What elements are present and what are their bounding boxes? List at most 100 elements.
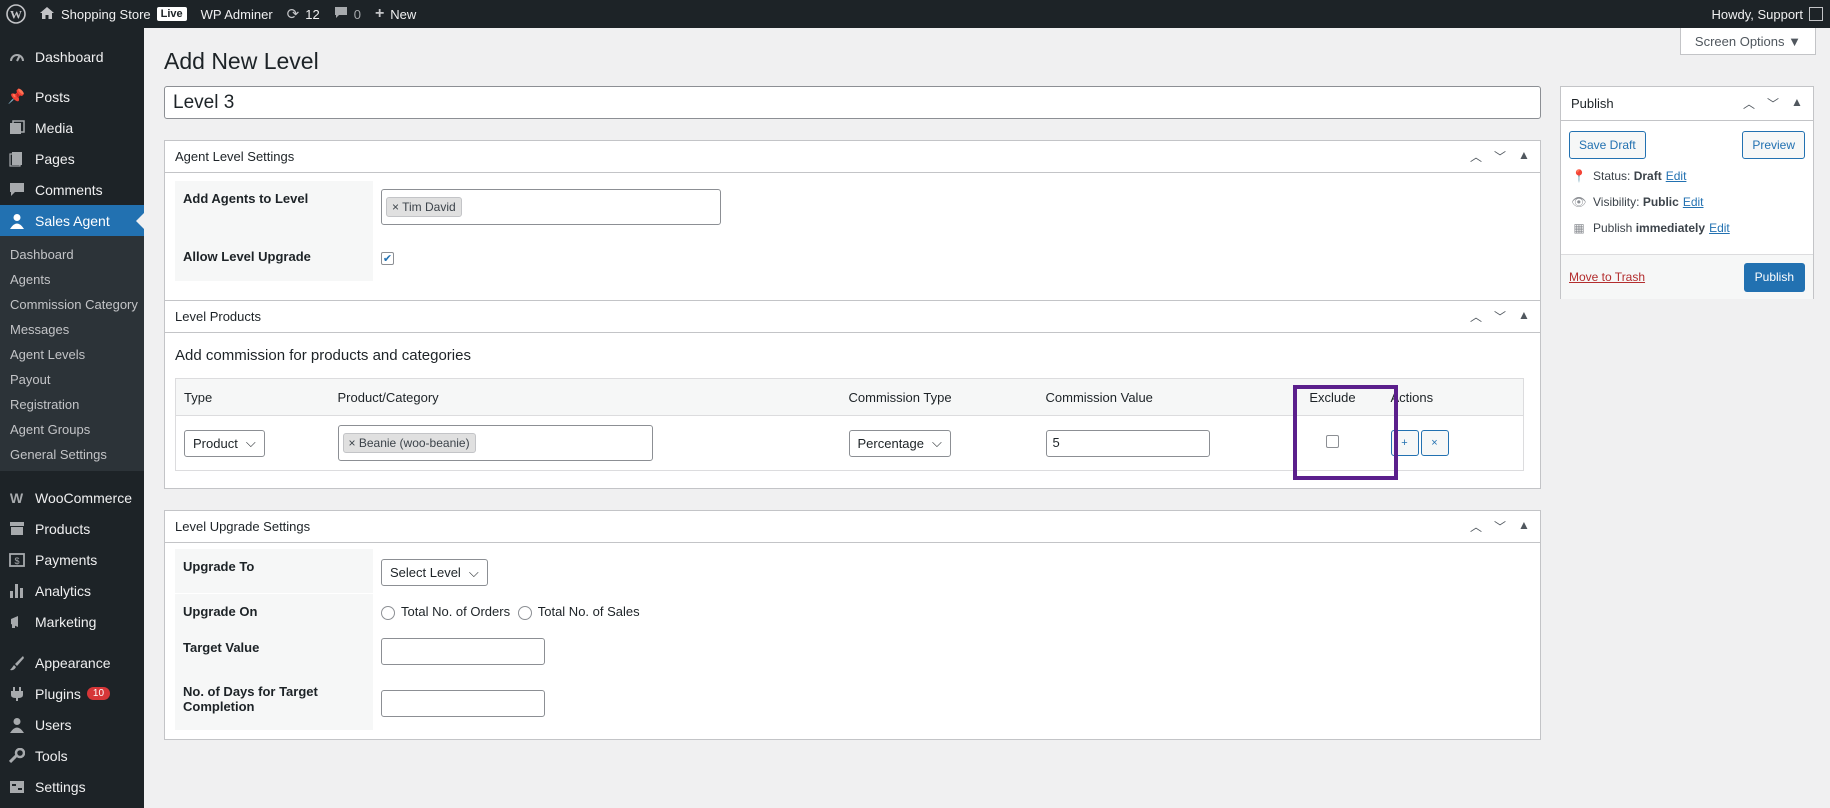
- menu-posts[interactable]: 📌 Posts: [0, 81, 144, 112]
- menu-dashboard[interactable]: Dashboard: [0, 41, 144, 72]
- screen-options-button[interactable]: Screen Options ▼: [1679, 28, 1816, 55]
- orders-radio[interactable]: [381, 605, 395, 620]
- product-select-input[interactable]: × Beanie (woo-beanie): [337, 425, 653, 461]
- user-link[interactable]: WP Adminer: [194, 0, 280, 28]
- submenu-agents[interactable]: Agents: [0, 267, 144, 292]
- sales-agent-submenu: Dashboard Agents Commission Category Mes…: [0, 236, 144, 471]
- menu-media[interactable]: Media: [0, 112, 144, 143]
- admin-sidebar: Dashboard 📌 Posts Media Pages Comments Sa…: [0, 28, 144, 808]
- submenu-general-settings[interactable]: General Settings: [0, 442, 144, 467]
- wrench-icon: [8, 747, 25, 764]
- preview-button[interactable]: Preview: [1742, 131, 1805, 159]
- submenu-commission-category[interactable]: Commission Category: [0, 292, 144, 317]
- site-name-link[interactable]: Shopping Store Live: [32, 0, 194, 28]
- menu-marketing[interactable]: Marketing: [0, 606, 144, 637]
- remove-token-icon[interactable]: ×: [349, 436, 359, 450]
- publish-button[interactable]: Publish: [1743, 262, 1805, 292]
- home-icon: [39, 6, 55, 23]
- submenu-registration[interactable]: Registration: [0, 392, 144, 417]
- comment-icon: [334, 6, 348, 22]
- allow-upgrade-checkbox[interactable]: ✔: [381, 252, 394, 265]
- menu-appearance[interactable]: Appearance: [0, 647, 144, 678]
- chevron-up-icon[interactable]: ︿: [1468, 308, 1484, 325]
- chevron-down-icon[interactable]: ﹀: [1492, 148, 1508, 165]
- pin-icon: 📌: [7, 88, 26, 104]
- submenu-agent-levels[interactable]: Agent Levels: [0, 342, 144, 367]
- wordpress-logo-icon[interactable]: W: [0, 0, 32, 28]
- commission-type-select[interactable]: Percentage ⌵: [848, 429, 951, 457]
- submenu-agent-groups[interactable]: Agent Groups: [0, 417, 144, 442]
- pin-icon: 📍: [1571, 169, 1587, 183]
- submenu-dashboard[interactable]: Dashboard: [0, 242, 144, 267]
- archive-icon: [8, 520, 25, 537]
- toggle-panel-icon[interactable]: ▲: [1789, 95, 1805, 112]
- edit-visibility-link[interactable]: Edit: [1683, 195, 1704, 209]
- header-commission-type: Commission Type: [840, 378, 1038, 416]
- menu-pages[interactable]: Pages: [0, 143, 144, 174]
- chevron-down-icon: ⌵: [245, 435, 256, 450]
- chevron-down-icon[interactable]: ﹀: [1492, 518, 1508, 535]
- comments-link[interactable]: 0: [327, 0, 368, 28]
- admin-bar: W Shopping Store Live WP Adminer ⟳ 12 0 …: [0, 0, 1830, 28]
- menu-products[interactable]: Products: [0, 513, 144, 544]
- move-to-trash-link[interactable]: Move to Trash: [1569, 270, 1645, 284]
- level-title-input[interactable]: Level 3: [164, 86, 1541, 119]
- visibility-line: 👁 Visibility: Public Edit: [1571, 195, 1704, 209]
- target-value-label: Target Value: [175, 630, 373, 674]
- save-draft-button[interactable]: Save Draft: [1569, 131, 1646, 159]
- menu-plugins[interactable]: Plugins 10: [0, 678, 144, 709]
- upgrade-on-label: Upgrade On: [175, 594, 373, 630]
- toggle-panel-icon[interactable]: ▲: [1516, 518, 1532, 535]
- menu-woocommerce[interactable]: W WooCommerce: [0, 482, 144, 513]
- chevron-down-icon[interactable]: ﹀: [1492, 308, 1508, 325]
- days-input[interactable]: [381, 690, 545, 717]
- chevron-up-icon[interactable]: ︿: [1741, 95, 1757, 112]
- remove-token-icon[interactable]: ×: [392, 200, 402, 214]
- publish-box: Publish ︿ ﹀ ▲ Save Draft Preview 📍 Status…: [1560, 86, 1814, 299]
- comment-icon: [8, 181, 25, 198]
- header-product-category: Product/Category: [329, 378, 841, 416]
- agent-level-settings-header: Agent Level Settings ︿ ﹀ ▲: [165, 141, 1540, 173]
- chevron-down-icon: ⌵: [932, 435, 942, 450]
- level-upgrade-settings-header: Level Upgrade Settings ︿ ﹀ ▲: [165, 511, 1540, 543]
- my-account-link[interactable]: Howdy, Support: [1704, 0, 1830, 28]
- toggle-panel-icon[interactable]: ▲: [1516, 148, 1532, 165]
- header-commission-value: Commission Value: [1037, 378, 1283, 416]
- upgrade-to-select[interactable]: Select Level ⌵: [381, 559, 488, 586]
- sales-radio[interactable]: [517, 605, 532, 620]
- menu-analytics[interactable]: Analytics: [0, 575, 144, 606]
- chevron-down-icon[interactable]: ﹀: [1765, 95, 1781, 112]
- agent-token[interactable]: × Tim David: [386, 197, 462, 217]
- commission-value-input[interactable]: 5: [1045, 429, 1210, 457]
- menu-comments[interactable]: Comments: [0, 174, 144, 205]
- sales-radio-option[interactable]: Total No. of Sales: [517, 604, 640, 620]
- menu-payments[interactable]: $ Payments: [0, 544, 144, 575]
- new-content-link[interactable]: + New: [368, 0, 423, 28]
- plus-icon: +: [374, 5, 385, 22]
- chevron-up-icon[interactable]: ︿: [1468, 148, 1484, 165]
- edit-status-link[interactable]: Edit: [1666, 169, 1687, 183]
- type-select[interactable]: Product ⌵: [184, 429, 265, 457]
- orders-radio-option[interactable]: Total No. of Orders: [381, 604, 510, 620]
- level-products-subtitle: Add commission for products and categori…: [175, 347, 471, 364]
- product-token[interactable]: × Beanie (woo-beanie): [342, 433, 476, 453]
- upgrade-to-row: Upgrade To Select Level ⌵: [175, 549, 1530, 594]
- menu-sales-agent[interactable]: Sales Agent: [0, 205, 144, 236]
- paintbrush-icon: [8, 654, 25, 671]
- edit-schedule-link[interactable]: Edit: [1709, 221, 1730, 235]
- toggle-panel-icon[interactable]: ▲: [1516, 308, 1532, 325]
- svg-text:$: $: [14, 556, 19, 566]
- live-badge: Live: [156, 7, 187, 21]
- schedule-line: ▦ Publish immediately Edit: [1571, 221, 1813, 235]
- remove-row-button[interactable]: ×: [1420, 430, 1449, 456]
- level-products-header: Level Products ︿ ﹀ ▲: [165, 301, 1540, 333]
- target-value-input[interactable]: [381, 638, 545, 665]
- updates-link[interactable]: ⟳ 12: [280, 0, 327, 28]
- chevron-up-icon[interactable]: ︿: [1468, 518, 1484, 535]
- submenu-messages[interactable]: Messages: [0, 317, 144, 342]
- agents-select-input[interactable]: × Tim David: [381, 189, 721, 225]
- menu-users[interactable]: Users: [0, 709, 144, 740]
- menu-tools[interactable]: Tools: [0, 740, 144, 771]
- submenu-payout[interactable]: Payout: [0, 367, 144, 392]
- menu-settings[interactable]: Settings: [0, 771, 144, 802]
